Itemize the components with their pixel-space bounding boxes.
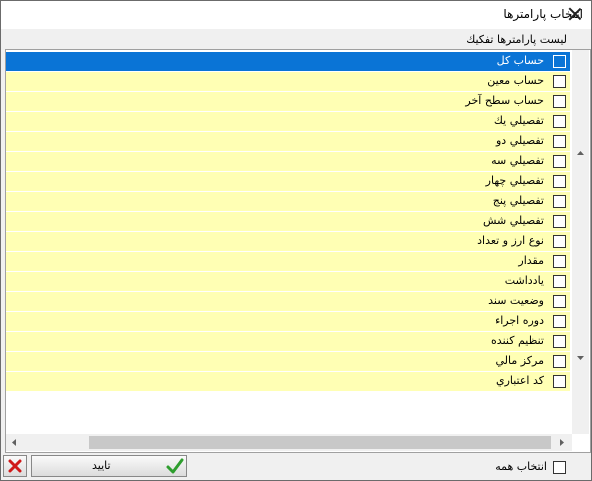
cancel-button[interactable] — [3, 455, 27, 477]
x-icon — [8, 459, 22, 473]
list-item-checkbox[interactable] — [553, 195, 566, 208]
scroll-down-icon[interactable] — [572, 350, 589, 366]
list-item[interactable]: تفصيلي پنج — [6, 192, 570, 212]
list-item[interactable]: حساب سطح آخر — [6, 92, 570, 112]
list-item-checkbox[interactable] — [553, 235, 566, 248]
list-item-label: يادداشت — [504, 274, 544, 287]
list-item-checkbox[interactable] — [553, 115, 566, 128]
list-rows: حساب كل حساب معين حساب سطح آخر تفصيلي يك تفص… — [6, 52, 570, 392]
list-item-label: مركز مالي — [495, 354, 544, 367]
list-item-label: كد اعتباري — [495, 374, 544, 387]
list-item[interactable]: تفصيلي شش — [6, 212, 570, 232]
list-item[interactable]: مركز مالي — [6, 352, 570, 372]
horizontal-scroll-thumb[interactable] — [89, 436, 551, 449]
list-item[interactable]: كد اعتباري — [6, 372, 570, 392]
list-item-label: حساب كل — [496, 54, 544, 67]
list-item-label: حساب معين — [487, 74, 544, 87]
list-item-label: تفصيلي يك — [493, 114, 544, 127]
list-item[interactable]: مقدار — [6, 252, 570, 272]
list-item-checkbox[interactable] — [553, 95, 566, 108]
list-item[interactable]: تفصيلي دو — [6, 132, 570, 152]
list-item-label: تفصيلي دو — [495, 134, 544, 147]
list-item[interactable]: يادداشت — [6, 272, 570, 292]
scroll-right-icon[interactable] — [554, 434, 570, 451]
list-item-checkbox[interactable] — [553, 75, 566, 88]
scroll-left-icon[interactable] — [6, 434, 22, 451]
close-icon[interactable] — [567, 6, 583, 22]
horizontal-scrollbar[interactable] — [6, 434, 572, 451]
list-item-label: وضعيت سند — [488, 294, 544, 307]
list-item[interactable]: تفصيلي يك — [6, 112, 570, 132]
select-all-checkbox[interactable] — [553, 461, 566, 474]
list-item-checkbox[interactable] — [553, 275, 566, 288]
checkmark-icon — [166, 458, 184, 474]
list-item[interactable]: حساب معين — [6, 72, 570, 92]
select-all-label: انتخاب همه — [495, 460, 547, 473]
list-item[interactable]: تفصيلي چهار — [6, 172, 570, 192]
vertical-scrollbar[interactable] — [572, 50, 589, 434]
list-item-checkbox[interactable] — [553, 255, 566, 268]
list-item-label: تفصيلي پنج — [492, 194, 544, 207]
list-item-checkbox[interactable] — [553, 375, 566, 388]
list-item-checkbox[interactable] — [553, 355, 566, 368]
list-item-checkbox[interactable] — [553, 155, 566, 168]
list-item[interactable]: تنظيم كننده — [6, 332, 570, 352]
parameter-list[interactable]: حساب كل حساب معين حساب سطح آخر تفصيلي يك تفص… — [5, 49, 591, 453]
list-item[interactable]: وضعيت سند — [6, 292, 570, 312]
list-item-checkbox[interactable] — [553, 335, 566, 348]
list-item-label: مقدار — [518, 254, 544, 267]
list-label: لیست پارامترها تفکیك — [466, 33, 567, 46]
list-item-checkbox[interactable] — [553, 315, 566, 328]
dialog-window: انتخاب پارامترها لیست پارامترها تفکیك حس… — [0, 0, 592, 481]
list-item-checkbox[interactable] — [553, 215, 566, 228]
list-item-checkbox[interactable] — [553, 135, 566, 148]
list-item-label: تفصيلي سه — [491, 154, 544, 167]
list-item[interactable]: دوره اجراء — [6, 312, 570, 332]
list-item-checkbox[interactable] — [553, 55, 566, 68]
confirm-label: تاييد — [92, 459, 111, 472]
list-item[interactable]: حساب كل — [6, 52, 570, 72]
scroll-up-icon[interactable] — [572, 146, 589, 162]
list-item-label: حساب سطح آخر — [465, 94, 544, 107]
list-item-label: تفصيلي چهار — [485, 174, 544, 187]
list-item-checkbox[interactable] — [553, 295, 566, 308]
list-item-label: دوره اجراء — [495, 314, 544, 327]
confirm-button[interactable]: تاييد — [31, 455, 187, 477]
list-item-label: نوع ارز و تعداد — [477, 234, 544, 247]
list-item-label: تنظيم كننده — [491, 334, 544, 347]
list-item-label: تفصيلي شش — [482, 214, 544, 227]
list-item-checkbox[interactable] — [553, 175, 566, 188]
list-item[interactable]: تفصيلي سه — [6, 152, 570, 172]
title-bar: انتخاب پارامترها — [1, 1, 591, 29]
list-item[interactable]: نوع ارز و تعداد — [6, 232, 570, 252]
